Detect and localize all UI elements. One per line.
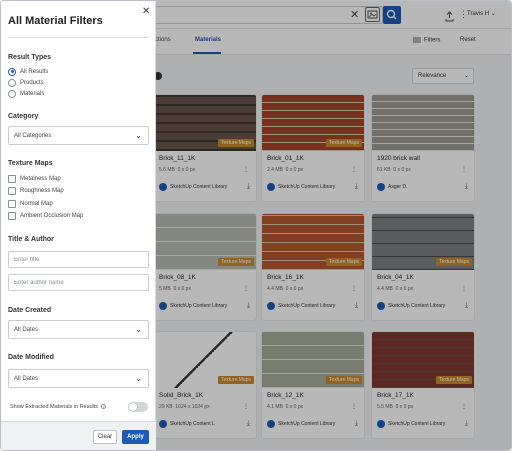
date-modified-value: All Dates — [14, 376, 39, 382]
title-input[interactable] — [8, 251, 149, 268]
radio-button[interactable] — [8, 67, 16, 76]
date-created-value: All Dates — [14, 327, 39, 333]
radio-products[interactable]: Products — [8, 78, 44, 87]
checkbox-label: Normal Map — [20, 200, 53, 207]
close-icon[interactable]: ✕ — [142, 6, 150, 17]
checkbox[interactable] — [8, 211, 16, 220]
clear-button[interactable]: Clear — [93, 430, 117, 444]
checkbox-roughness-map[interactable]: Roughness Map — [8, 186, 64, 195]
date-modified-heading: Date Modified — [8, 354, 54, 361]
checkbox-label: Roughness Map — [20, 187, 64, 194]
radio-all-results[interactable]: All Results — [8, 67, 48, 76]
chevron-down-icon: ⌄ — [135, 374, 142, 383]
author-input[interactable] — [8, 274, 149, 291]
apply-button[interactable]: Apply — [122, 430, 149, 444]
radio-button[interactable] — [8, 78, 16, 87]
show-extracted-toggle[interactable] — [128, 402, 148, 412]
drawer-title: All Material Filters — [8, 15, 103, 27]
radio-label: All Results — [20, 68, 49, 75]
texture-maps-heading: Texture Maps — [8, 160, 53, 167]
checkbox-label: Ambient Occlusion Map — [20, 212, 84, 219]
radio-label: Materials — [20, 90, 45, 97]
checkbox[interactable] — [8, 199, 16, 208]
date-modified-select[interactable]: All Dates ⌄ — [8, 369, 149, 388]
radio-label: Products — [20, 79, 44, 86]
chevron-down-icon: ⌄ — [135, 131, 142, 140]
show-extracted-label: Show Extracted Materials in Results i — [10, 404, 107, 410]
radio-button[interactable] — [8, 89, 16, 98]
divider — [8, 37, 149, 38]
checkbox-metalness-map[interactable]: Metalness Map — [8, 174, 61, 183]
result-types-heading: Result Types — [8, 54, 52, 61]
date-created-heading: Date Created — [8, 307, 52, 314]
category-value: All Categories — [14, 133, 52, 139]
checkbox[interactable] — [8, 174, 16, 183]
checkbox-label: Metalness Map — [20, 175, 61, 182]
info-icon[interactable]: i — [101, 404, 107, 409]
category-heading: Category — [8, 113, 39, 120]
radio-materials[interactable]: Materials — [8, 89, 44, 98]
filters-drawer: All Material Filters ✕ Result Types All … — [1, 1, 156, 450]
app-frame: ✕ ⋮ Travis H ⌄ ctions Materials Filters … — [0, 0, 512, 451]
checkbox-ambient-occlusion-map[interactable]: Ambient Occlusion Map — [8, 211, 83, 220]
modal-overlay[interactable] — [156, 1, 511, 450]
checkbox[interactable] — [8, 186, 16, 195]
date-created-select[interactable]: All Dates ⌄ — [8, 320, 149, 339]
checkbox-normal-map[interactable]: Normal Map — [8, 199, 53, 208]
chevron-down-icon: ⌄ — [135, 325, 142, 334]
title-author-heading: Title & Author — [8, 236, 54, 243]
category-select[interactable]: All Categories ⌄ — [8, 126, 149, 145]
